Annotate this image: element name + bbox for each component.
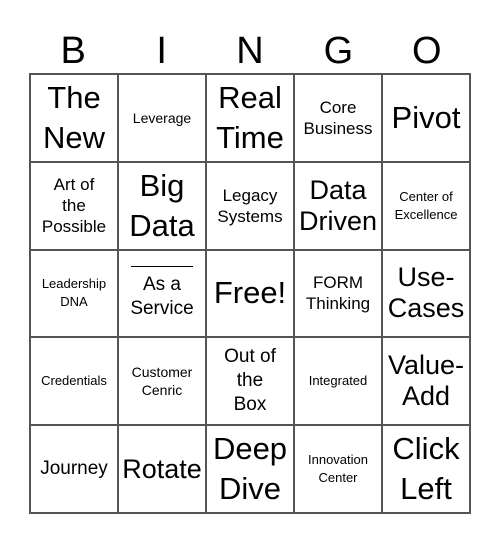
bingo-cell[interactable]: Real Time <box>206 74 294 162</box>
bingo-cell-content: Pivot <box>392 98 461 138</box>
bingo-cell[interactable]: The New <box>30 74 118 162</box>
bingo-cell-content: Innovation Center <box>308 451 368 487</box>
bingo-cell[interactable]: Leverage <box>118 74 206 162</box>
bingo-cell-text: Leverage <box>132 109 192 126</box>
fill-in-blank-line <box>130 265 193 267</box>
bingo-cell-text: As a Service <box>130 273 194 319</box>
bingo-cell-content: Out of the Box <box>224 345 276 417</box>
bingo-cell[interactable]: Customer Cenric <box>118 337 206 426</box>
bingo-cell[interactable]: Core Business <box>294 74 382 162</box>
bingo-cell-text: Pivot <box>391 99 461 135</box>
bingo-cell-text: Free! <box>213 275 287 311</box>
bingo-grid: The New Leverage Real Time Core Business Piv… <box>29 73 471 514</box>
bingo-cell-text: FORM Thinking <box>305 273 371 314</box>
bingo-cell[interactable]: Center of Excellence <box>382 161 470 250</box>
bingo-cell[interactable]: Rotate <box>118 425 206 513</box>
bingo-cell-content: Free! <box>214 273 286 313</box>
bingo-cell-text: Deep Dive <box>212 431 288 507</box>
bingo-cell-content: Data Driven <box>299 175 377 237</box>
bingo-cell[interactable]: FORM Thinking <box>294 249 382 338</box>
bingo-cell-text: Center of Excellence <box>394 188 458 222</box>
bingo-cell[interactable]: Innovation Center <box>294 425 382 513</box>
bingo-cell-content: As a Service <box>130 265 194 321</box>
bingo-cell[interactable]: Big Data <box>118 161 206 250</box>
bingo-cell-content: Integrated <box>309 372 368 390</box>
bingo-cell[interactable]: Deep Dive <box>206 425 294 513</box>
bingo-cell-text: Integrated <box>308 373 368 389</box>
bingo-cell-content: FORM Thinking <box>306 272 370 314</box>
bingo-cell-text: Big Data <box>129 167 195 243</box>
bingo-cell-text: The New <box>42 79 105 155</box>
bingo-cell-content: Legacy Systems <box>217 185 282 227</box>
bingo-cell-text: Art of the Possible <box>41 175 107 237</box>
bingo-cell-text: Use- Cases <box>387 262 465 324</box>
header-letter-n: N <box>236 30 264 72</box>
header-letter-i: I <box>156 30 167 72</box>
bingo-cell[interactable]: Journey <box>30 425 118 513</box>
bingo-cell-content: Credentials <box>41 372 107 390</box>
bingo-cell-content: Center of Excellence <box>395 188 458 224</box>
bingo-cell-content: Rotate <box>122 454 202 485</box>
bingo-cell[interactable]: Out of the Box <box>206 337 294 426</box>
bingo-cell-content: Customer Cenric <box>132 363 193 399</box>
bingo-cell-text: Click Left <box>392 431 460 507</box>
bingo-cell-text: Journey <box>40 458 108 480</box>
bingo-cell[interactable]: Art of the Possible <box>30 161 118 250</box>
bingo-cell[interactable]: Value- Add <box>382 337 470 426</box>
bingo-header: B I N G O <box>29 30 471 72</box>
bingo-cell-text: Credentials <box>41 373 107 389</box>
bingo-cell[interactable]: Data Driven <box>294 161 382 250</box>
bingo-cell-content: Journey <box>40 457 108 481</box>
bingo-cell[interactable]: Free! <box>206 249 294 338</box>
bingo-cell-text: Innovation Center <box>308 452 368 486</box>
header-letter-b: B <box>60 30 86 72</box>
bingo-cell[interactable]: Pivot <box>382 74 470 162</box>
bingo-cell-content: Use- Cases <box>388 262 465 324</box>
bingo-cell-text: Real Time <box>216 79 284 155</box>
bingo-cell[interactable]: Legacy Systems <box>206 161 294 250</box>
bingo-cell[interactable]: Click Left <box>382 425 470 513</box>
bingo-cell[interactable]: Leadership DNA <box>30 249 118 338</box>
bingo-cell[interactable]: Use- Cases <box>382 249 470 338</box>
bingo-cell-content: Value- Add <box>388 350 464 412</box>
bingo-cell-content: Core Business <box>304 97 373 139</box>
bingo-cell-text: Leadership DNA <box>41 276 107 310</box>
bingo-cell-text: Legacy Systems <box>217 185 283 226</box>
bingo-cell-content: Real Time <box>216 78 284 158</box>
bingo-cell-content: Art of the Possible <box>42 174 106 237</box>
bingo-cell-text: Value- Add <box>387 350 465 412</box>
bingo-cell[interactable]: Integrated <box>294 337 382 426</box>
bingo-cell-text: Out of the Box <box>224 346 276 416</box>
bingo-cell-content: Leverage <box>133 109 191 127</box>
bingo-cell-text: Rotate <box>122 453 202 484</box>
bingo-cell[interactable]: Credentials <box>30 337 118 426</box>
bingo-cell-text: Data Driven <box>298 174 378 236</box>
bingo-cell-content: The New <box>43 78 105 158</box>
bingo-cell-content: Deep Dive <box>213 429 287 509</box>
bingo-cell-content: Leadership DNA <box>42 275 106 311</box>
bingo-cell-text: Customer Cenric <box>131 364 193 399</box>
bingo-cell-text: Core Business <box>303 97 373 138</box>
header-letter-o: O <box>412 30 442 72</box>
bingo-cell-content: Click Left <box>392 429 459 509</box>
bingo-cell[interactable]: As a Service <box>118 249 206 338</box>
bingo-cell-content: Big Data <box>129 166 194 246</box>
header-letter-g: G <box>323 30 354 72</box>
